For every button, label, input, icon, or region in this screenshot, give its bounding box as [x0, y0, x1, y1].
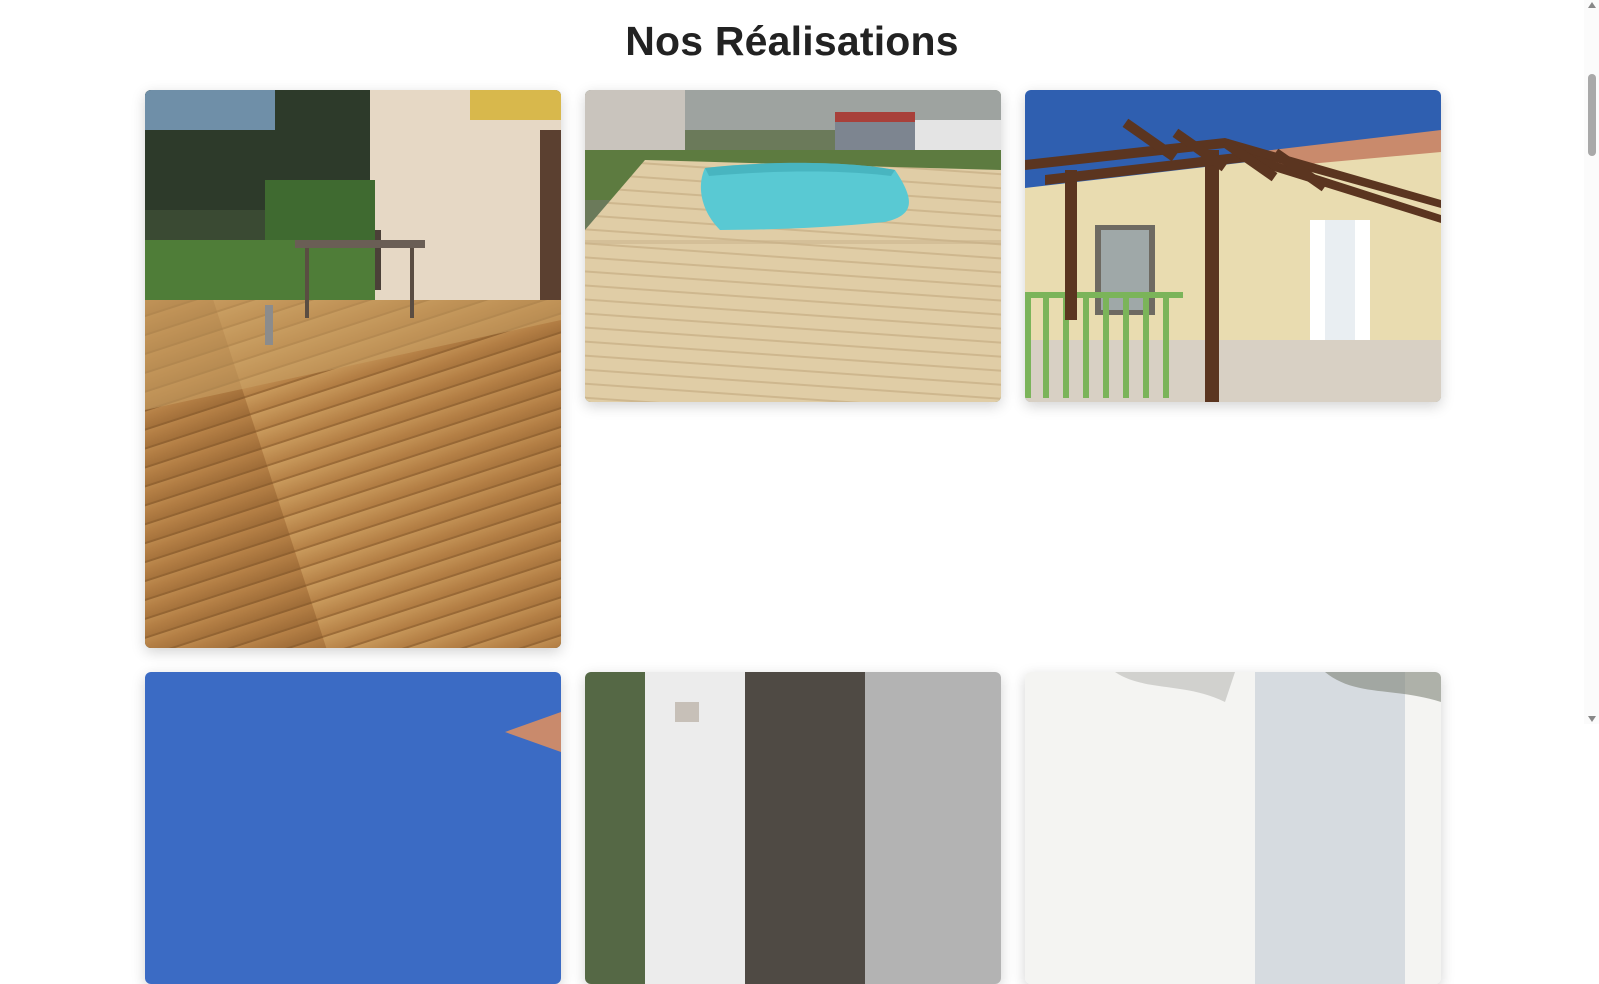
gallery-item-house-roof[interactable] — [145, 672, 561, 984]
gallery-photo-deck-terrace — [145, 90, 561, 648]
gallery-photo-house-roof — [145, 672, 561, 984]
gallery-item-facade[interactable] — [1025, 672, 1441, 984]
gallery-photo-pool-deck — [585, 90, 1001, 402]
gallery-item-pergola[interactable] — [1025, 90, 1441, 402]
scroll-up-arrow-icon[interactable] — [1588, 2, 1596, 8]
page-title: Nos Réalisations — [625, 18, 959, 64]
gallery-photo-window-plants — [585, 672, 1001, 984]
scroll-thumb[interactable] — [1588, 74, 1596, 156]
scroll-down-arrow-icon[interactable] — [1588, 716, 1596, 722]
gallery-item-window-plants[interactable] — [585, 672, 1001, 984]
gallery-photo-facade — [1025, 672, 1441, 984]
gallery-item-pool-deck[interactable] — [585, 90, 1001, 402]
gallery-photo-pergola — [1025, 90, 1441, 402]
gallery-item-deck-terrace[interactable] — [145, 90, 561, 648]
page-scrollbar[interactable] — [1584, 0, 1599, 724]
